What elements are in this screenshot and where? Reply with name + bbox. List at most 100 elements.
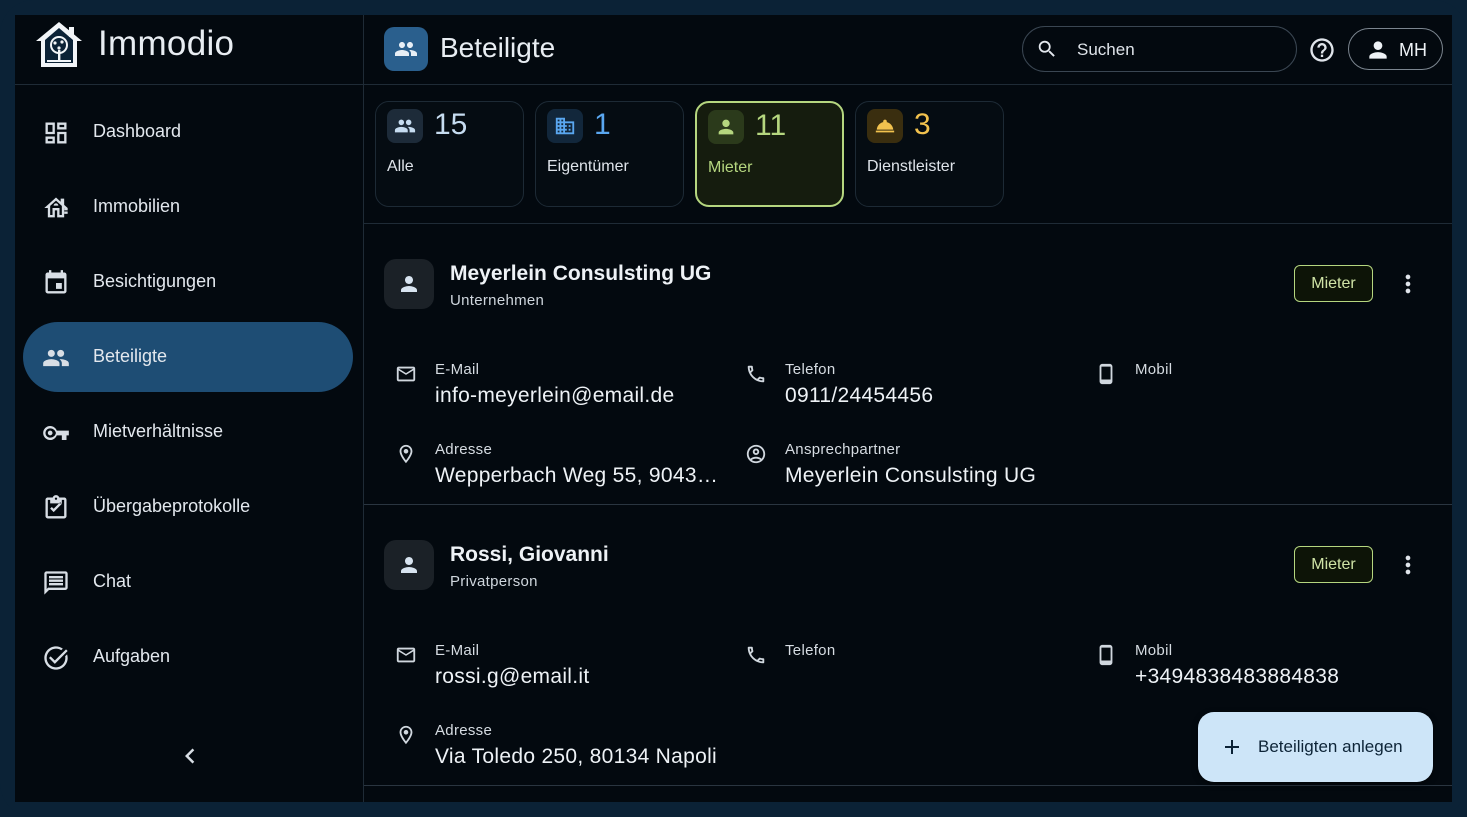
mobile-value[interactable]: +3494838483884838 xyxy=(1135,665,1339,689)
role-badge: Mieter xyxy=(1294,265,1373,302)
more-options-button[interactable] xyxy=(1394,551,1422,579)
address-value: Via Toledo 250, 80134 Napoli xyxy=(435,745,718,768)
service-bell-icon xyxy=(867,109,903,143)
help-icon xyxy=(1310,38,1334,62)
avatar xyxy=(384,259,434,309)
location-pin-icon xyxy=(395,724,417,746)
email-value[interactable]: rossi.g@email.it xyxy=(435,665,590,689)
field-label: Adresse xyxy=(435,441,493,458)
add-participant-label: Beteiligten anlegen xyxy=(1258,737,1403,756)
filter-label: Eigentümer xyxy=(547,158,629,175)
role-filter-bar: 15 Alle 1 Eigentümer 11 Mieter 3 Dienstl… xyxy=(364,85,1452,224)
clipboard-check-icon xyxy=(42,494,70,522)
field-label: Adresse xyxy=(435,722,493,739)
user-menu-button[interactable]: MH xyxy=(1348,28,1443,70)
filter-eigentuemer[interactable]: 1 Eigentümer xyxy=(535,101,684,207)
more-vert-icon xyxy=(1405,274,1411,294)
field-label: Ansprechpartner xyxy=(785,441,901,458)
people-icon xyxy=(384,27,428,71)
add-participant-button[interactable]: Beteiligten anlegen xyxy=(1198,712,1433,782)
people-icon xyxy=(42,344,70,372)
phone-value[interactable]: 0911/24454456 xyxy=(785,384,933,408)
email-value[interactable]: info-meyerlein@email.de xyxy=(435,384,674,408)
filter-dienstleister[interactable]: 3 Dienstleister xyxy=(855,101,1004,207)
mobile-field: Mobil xyxy=(1095,355,1435,415)
filter-count: 15 xyxy=(434,108,468,141)
sidebar-item-beteiligte[interactable]: Beteiligte xyxy=(23,322,353,392)
people-icon xyxy=(387,109,423,143)
filter-count: 1 xyxy=(594,108,611,141)
account-circle-icon xyxy=(745,443,767,465)
sidebar-item-label: Chat xyxy=(93,571,132,591)
contact-name: Meyerlein Consulsting UG xyxy=(450,262,712,285)
field-label: Mobil xyxy=(1135,361,1173,378)
sidebar: Immodio Dashboard Immobilien Besichtigun… xyxy=(15,15,364,802)
sidebar-item-chat[interactable]: Chat xyxy=(23,547,353,617)
contact-person-value: Meyerlein Consulsting UG xyxy=(785,464,1037,487)
sidebar-item-label: Beteiligte xyxy=(93,346,168,366)
check-circle-icon xyxy=(42,644,70,672)
calendar-icon xyxy=(42,269,70,297)
contact-person-field: Ansprechpartner Meyerlein Consulsting UG xyxy=(745,435,1085,495)
person-icon xyxy=(401,276,417,292)
address-field: Adresse Wepperbach Weg 55, 90439 … xyxy=(395,435,735,495)
contact-type: Unternehmen xyxy=(450,292,545,309)
sidebar-item-label: Mietverhältnisse xyxy=(93,421,224,441)
phone-field: Telefon xyxy=(745,636,1085,696)
collapse-sidebar-button[interactable] xyxy=(175,741,205,771)
field-label: E-Mail xyxy=(435,642,480,659)
filter-count: 11 xyxy=(755,109,787,142)
filter-mieter[interactable]: 11 Mieter xyxy=(695,101,844,207)
search-icon xyxy=(1038,40,1055,57)
buildings-icon xyxy=(42,194,70,222)
sidebar-item-label: Besichtigungen xyxy=(93,271,217,291)
sidebar-item-besichtigungen[interactable]: Besichtigungen xyxy=(23,247,353,317)
dashboard-icon xyxy=(42,119,70,147)
location-pin-icon xyxy=(395,443,417,465)
chevron-left-icon xyxy=(185,748,195,764)
more-vert-icon xyxy=(1405,555,1411,575)
contact-name: Rossi, Giovanni xyxy=(450,543,609,566)
field-label: E-Mail xyxy=(435,361,480,378)
sidebar-item-label: Immobilien xyxy=(93,196,181,216)
sidebar-item-dashboard[interactable]: Dashboard xyxy=(23,97,353,167)
search-placeholder: Suchen xyxy=(1077,40,1135,59)
role-badge: Mieter xyxy=(1294,546,1373,583)
sidebar-item-immobilien[interactable]: Immobilien xyxy=(23,172,353,242)
page-title: Beteiligte xyxy=(440,32,556,63)
filter-label: Alle xyxy=(387,158,414,175)
top-bar: Beteiligte Suchen MH xyxy=(364,15,1452,85)
sidebar-item-label: Übergabeprotokolle xyxy=(93,496,251,516)
contact-type: Privatperson xyxy=(450,573,538,590)
plus-icon xyxy=(1225,740,1239,754)
person-icon xyxy=(1369,41,1387,59)
phone-field: Telefon 0911/24454456 xyxy=(745,355,1085,415)
address-field: Adresse Via Toledo 250, 80134 Napoli xyxy=(395,716,735,776)
search-input[interactable]: Suchen xyxy=(1022,26,1297,72)
field-label: Telefon xyxy=(785,361,836,378)
contact-card[interactable]: Meyerlein Consulsting UG Unternehmen Mie… xyxy=(364,224,1452,505)
mail-icon xyxy=(395,644,417,666)
sidebar-item-label: Aufgaben xyxy=(93,646,171,666)
person-icon xyxy=(401,557,417,573)
address-value: Wepperbach Weg 55, 90439 … xyxy=(435,464,725,487)
sidebar-item-mietverhaeltnisse[interactable]: Mietverhältnisse xyxy=(23,397,353,467)
phone-icon xyxy=(745,644,767,666)
sidebar-item-aufgaben[interactable]: Aufgaben xyxy=(23,622,353,692)
avatar xyxy=(384,540,434,590)
app-name: Immodio xyxy=(98,24,235,63)
field-label: Telefon xyxy=(785,642,836,659)
smartphone-icon xyxy=(1095,644,1117,666)
filter-alle[interactable]: 15 Alle xyxy=(375,101,524,207)
filter-count: 3 xyxy=(914,108,931,141)
brand: Immodio xyxy=(15,15,363,85)
sidebar-item-uebergabeprotokolle[interactable]: Übergabeprotokolle xyxy=(23,472,353,542)
smartphone-icon xyxy=(1095,363,1117,385)
mail-icon xyxy=(395,363,417,385)
phone-icon xyxy=(745,363,767,385)
field-label: Mobil xyxy=(1135,642,1173,659)
app-screen: Immodio Dashboard Immobilien Besichtigun… xyxy=(15,15,1452,802)
help-button[interactable] xyxy=(1308,36,1336,64)
mobile-field: Mobil +3494838483884838 xyxy=(1095,636,1435,696)
more-options-button[interactable] xyxy=(1394,270,1422,298)
